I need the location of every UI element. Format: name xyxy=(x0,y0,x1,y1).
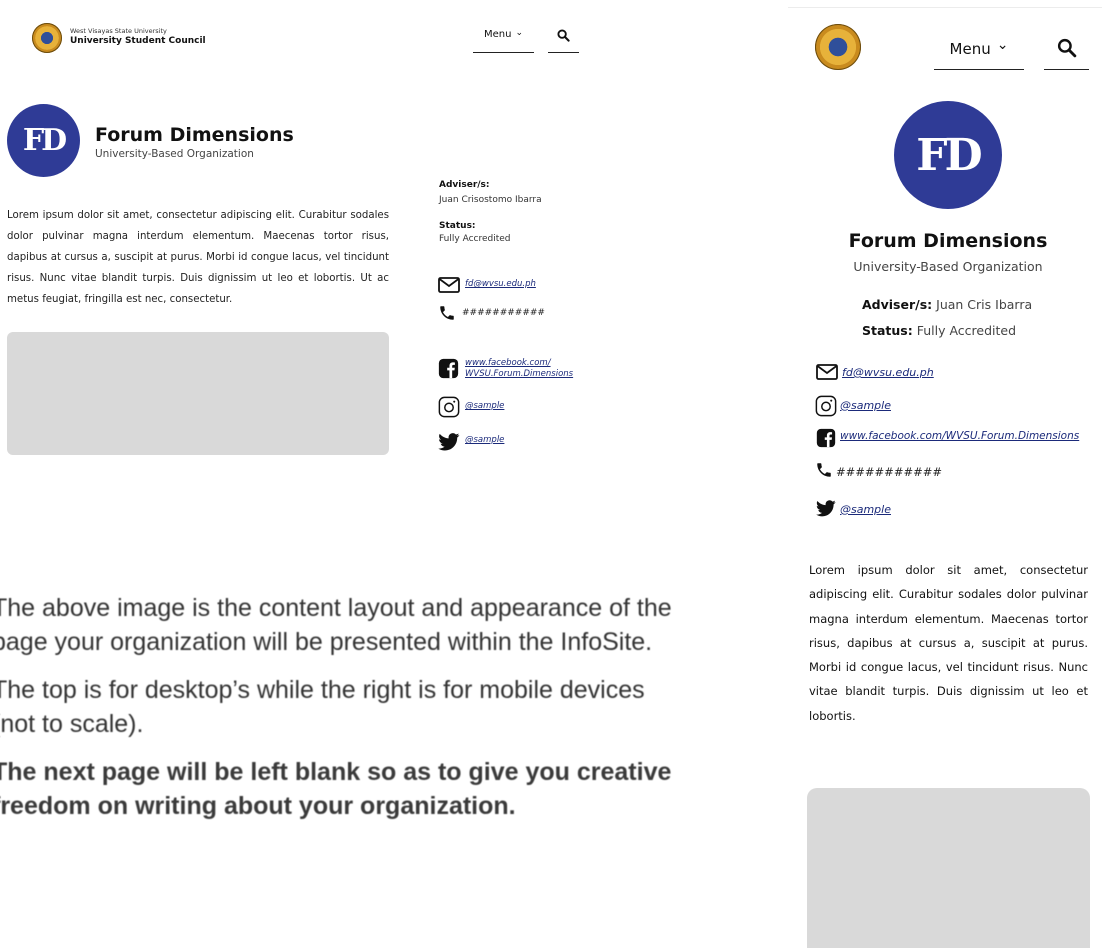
instagram-icon[interactable] xyxy=(438,396,460,418)
search-icon xyxy=(557,29,570,52)
menu-label: Menu xyxy=(949,40,991,58)
status-label: Status: xyxy=(862,323,913,338)
phone-icon xyxy=(815,461,833,479)
mobile-search-button[interactable] xyxy=(1044,36,1089,70)
menu-label: Menu xyxy=(483,29,512,40)
search-button[interactable] xyxy=(548,29,579,53)
facebook-icon[interactable] xyxy=(816,428,836,448)
university-seal-icon[interactable] xyxy=(32,23,62,53)
facebook-link-line1: www.facebook.com/ xyxy=(465,358,551,368)
image-placeholder xyxy=(807,788,1090,948)
adviser-label: Adviser/s: xyxy=(439,180,490,190)
email-link[interactable]: fd@wvsu.edu.ph xyxy=(465,279,536,289)
menu-button[interactable]: Menu ⌄ xyxy=(473,29,534,53)
email-link[interactable]: fd@wvsu.edu.ph xyxy=(842,366,934,379)
university-seal-icon[interactable] xyxy=(815,24,861,70)
twitter-link[interactable]: @sample xyxy=(465,435,504,445)
mail-icon xyxy=(816,364,838,380)
adviser-label: Adviser/s: xyxy=(862,297,933,312)
org-type: University-Based Organization xyxy=(95,148,254,160)
status-value: Fully Accredited xyxy=(916,323,1017,338)
twitter-link[interactable]: @sample xyxy=(840,503,891,516)
instagram-icon[interactable] xyxy=(815,395,837,417)
status-value: Fully Accredited xyxy=(439,234,511,244)
org-type: University-Based Organization xyxy=(853,259,1043,274)
phone-icon xyxy=(438,304,456,322)
status-row: Status: Fully Accredited xyxy=(862,323,1016,338)
mobile-frame-edge xyxy=(788,7,1102,8)
facebook-link[interactable]: www.facebook.com/ WVSU.Forum.Dimensions xyxy=(465,358,573,380)
org-description: Lorem ipsum dolor sit amet, consectetur … xyxy=(7,210,389,305)
facebook-link-line2: WVSU.Forum.Dimensions xyxy=(465,369,574,379)
adviser-value: Juan Crisostomo Ibarra xyxy=(439,195,542,205)
status-label: Status: xyxy=(439,221,476,231)
twitter-icon[interactable] xyxy=(438,433,460,451)
mail-icon xyxy=(438,277,460,293)
facebook-link[interactable]: www.facebook.com/WVSU.Forum.Dimensions xyxy=(840,430,1079,442)
org-description: Lorem ipsum dolor sit amet, consectetur … xyxy=(809,563,1088,723)
facebook-icon[interactable] xyxy=(438,358,459,379)
phone-number: ########### xyxy=(462,308,545,318)
org-logo: FD xyxy=(894,101,1002,209)
search-icon xyxy=(1057,36,1077,69)
note-paragraph-3: The next page will be left blank so as t… xyxy=(0,758,672,820)
image-placeholder xyxy=(7,332,389,455)
chevron-down-icon: ⌄ xyxy=(996,37,1009,53)
instagram-link[interactable]: @sample xyxy=(840,399,891,412)
instagram-link[interactable]: @sample xyxy=(465,401,504,411)
adviser-value: Juan Cris Ibarra xyxy=(936,297,1033,312)
note-paragraph-1: The above image is the content layout an… xyxy=(0,594,672,656)
instruction-notes: The above image is the content layout an… xyxy=(0,591,672,823)
twitter-icon[interactable] xyxy=(816,500,836,517)
org-name: Forum Dimensions xyxy=(848,230,1048,252)
council-name: University Student Council xyxy=(70,36,206,46)
note-paragraph-2: The top is for desktop’s while the right… xyxy=(0,676,645,738)
org-name: Forum Dimensions xyxy=(95,124,294,146)
university-name: West Visayas State University xyxy=(70,27,167,35)
phone-number: ########### xyxy=(836,465,942,479)
mobile-menu-button[interactable]: Menu ⌄ xyxy=(934,36,1024,70)
org-logo: FD xyxy=(7,104,80,177)
chevron-down-icon: ⌄ xyxy=(515,28,523,38)
adviser-row: Adviser/s: Juan Cris Ibarra xyxy=(862,297,1032,312)
